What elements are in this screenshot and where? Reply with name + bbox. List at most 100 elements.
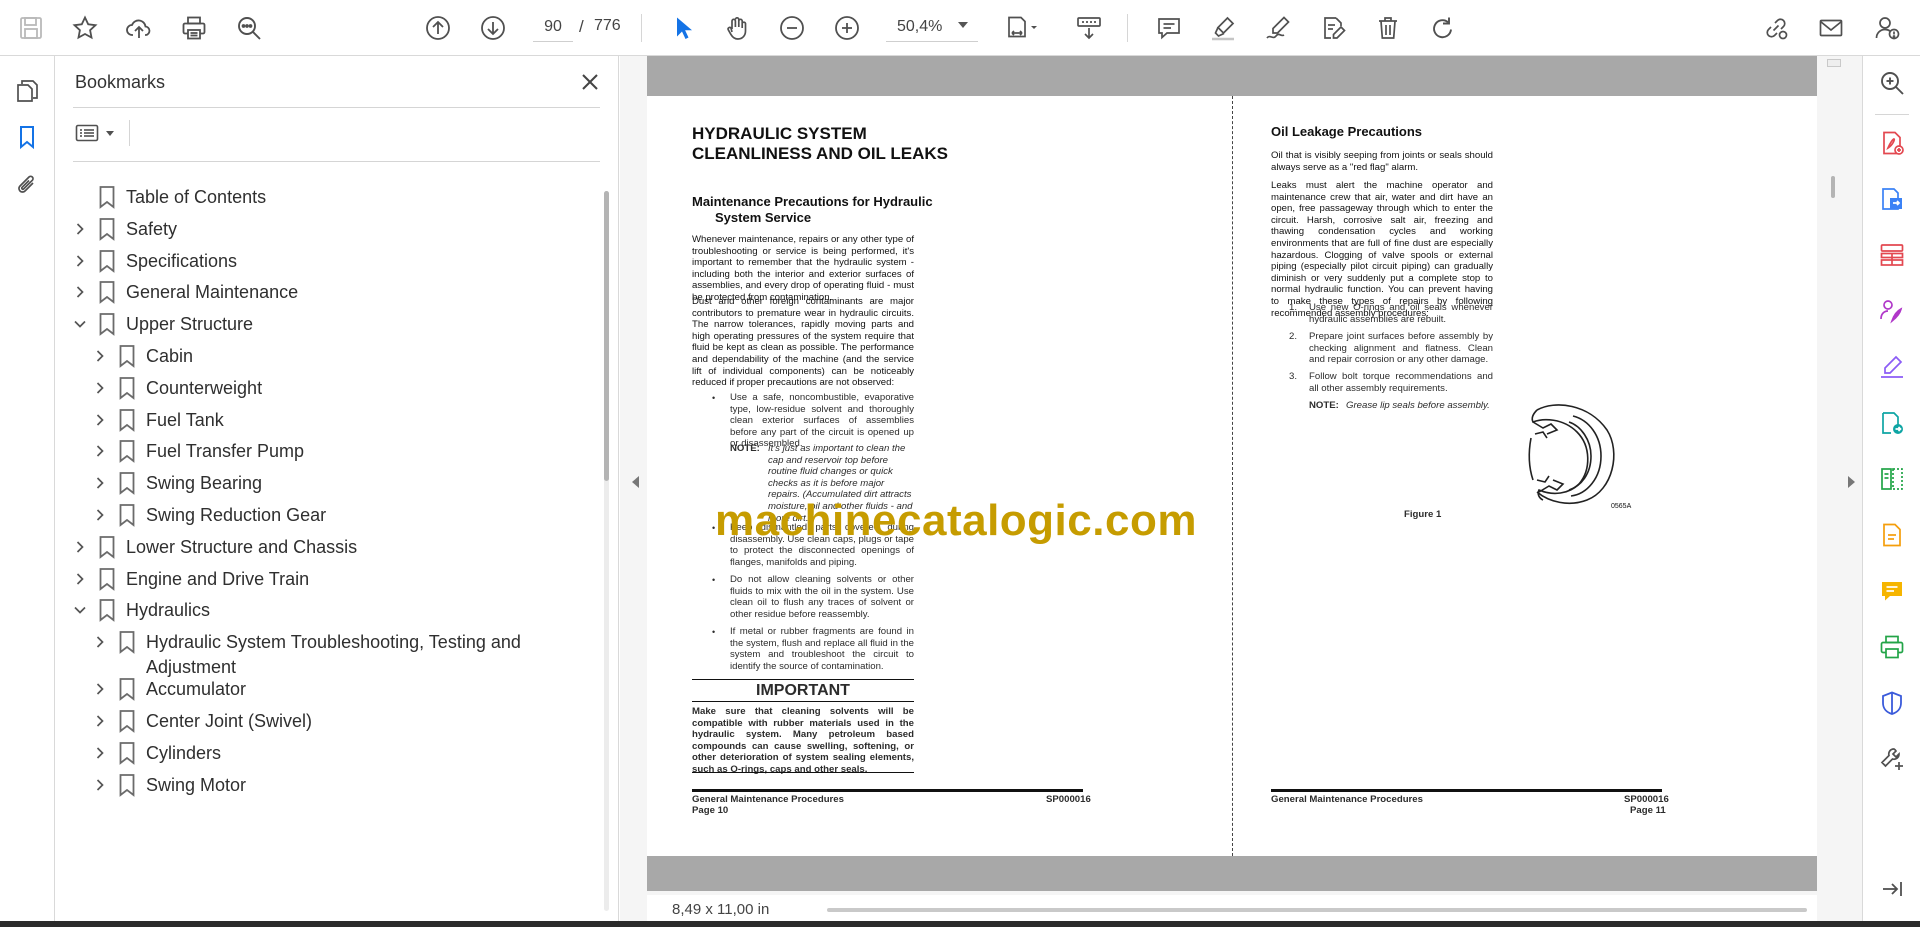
comment-tool-icon[interactable] xyxy=(1875,574,1909,608)
page-thumbnails-icon[interactable] xyxy=(8,72,46,110)
zoom-dropdown-chevron-icon[interactable] xyxy=(958,22,968,28)
chevron-right-icon[interactable] xyxy=(92,745,108,761)
close-icon[interactable] xyxy=(576,68,604,96)
bookmarks-panel: Bookmarks Table of Contents Safety Specifi… xyxy=(56,56,619,927)
bookmark-item[interactable]: Engine and Drive Train xyxy=(56,566,601,598)
bookmark-item[interactable]: Hydraulics xyxy=(56,597,601,629)
chevron-right-icon[interactable] xyxy=(92,777,108,793)
email-envelope-icon[interactable] xyxy=(1812,9,1850,47)
document-viewer[interactable]: HYDRAULIC SYSTEM CLEANLINESS AND OIL LEA… xyxy=(620,56,1862,927)
share-link-icon[interactable] xyxy=(1757,9,1795,47)
bookmark-icon xyxy=(118,408,136,432)
chevron-down-icon[interactable] xyxy=(72,602,88,618)
chevron-right-icon[interactable] xyxy=(92,507,108,523)
star-icon[interactable] xyxy=(66,9,104,47)
previous-page-icon[interactable] xyxy=(419,9,457,47)
top-toolbar: / 776 50,4% xyxy=(0,0,1920,56)
highlight-pen-icon[interactable] xyxy=(1204,9,1242,47)
export-pdf-icon[interactable] xyxy=(1875,182,1909,216)
chevron-right-icon[interactable] xyxy=(92,380,108,396)
request-signatures-icon[interactable] xyxy=(1875,294,1909,328)
important-rule xyxy=(692,701,914,702)
bookmark-item[interactable]: Swing Reduction Gear xyxy=(56,502,601,534)
document-scrollbar-top[interactable] xyxy=(1827,59,1841,67)
horizontal-scrollbar[interactable] xyxy=(827,908,1807,912)
expand-rail-icon[interactable] xyxy=(1875,872,1909,906)
chevron-down-icon xyxy=(106,131,114,136)
chevron-right-icon[interactable] xyxy=(92,681,108,697)
draw-pen-icon[interactable] xyxy=(1259,9,1297,47)
account-user-icon[interactable] xyxy=(1868,9,1906,47)
page-gap xyxy=(647,856,1817,891)
print-production-icon[interactable] xyxy=(1875,630,1909,664)
create-pdf-icon[interactable] xyxy=(1875,126,1909,160)
bookmark-item[interactable]: Lower Structure and Chassis xyxy=(56,534,601,566)
comment-icon[interactable] xyxy=(1150,9,1188,47)
chevron-right-icon[interactable] xyxy=(92,475,108,491)
bookmark-item[interactable]: Center Joint (Swivel) xyxy=(56,708,601,740)
rotate-icon[interactable] xyxy=(1424,9,1462,47)
collapse-left-panel-icon[interactable] xyxy=(632,476,639,488)
bookmark-icon xyxy=(98,535,116,559)
document-scrollbar-thumb[interactable] xyxy=(1831,176,1835,198)
save-icon[interactable] xyxy=(12,9,50,47)
chevron-right-icon[interactable] xyxy=(72,539,88,555)
bookmark-item[interactable]: Cabin xyxy=(56,343,601,375)
find-text-icon[interactable] xyxy=(230,9,268,47)
edit-pdf-icon[interactable] xyxy=(1314,9,1352,47)
chevron-right-icon[interactable] xyxy=(72,284,88,300)
chevron-right-icon[interactable] xyxy=(92,713,108,729)
bookmarks-tab-icon[interactable] xyxy=(8,118,46,156)
page-fold-line xyxy=(1232,96,1233,856)
attachments-paperclip-icon[interactable] xyxy=(8,166,46,204)
chevron-right-icon[interactable] xyxy=(72,571,88,587)
hand-tool-icon[interactable] xyxy=(718,9,756,47)
search-zoom-icon[interactable] xyxy=(1875,66,1909,100)
chevron-right-icon[interactable] xyxy=(92,634,108,650)
more-tools-icon[interactable] xyxy=(1875,742,1909,776)
bookmark-icon xyxy=(118,709,136,733)
chevron-right-icon[interactable] xyxy=(92,443,108,459)
bookmark-icon xyxy=(118,630,136,655)
fill-sign-icon[interactable] xyxy=(1875,350,1909,384)
bookmark-options-button[interactable] xyxy=(75,118,125,148)
bookmark-item[interactable]: Counterweight xyxy=(56,375,601,407)
bookmark-item[interactable]: General Maintenance xyxy=(56,279,601,311)
left-footer-code: SP000016 xyxy=(1046,794,1091,805)
note-label: NOTE: xyxy=(1309,400,1339,411)
chevron-down-icon[interactable] xyxy=(72,316,88,332)
protect-shield-icon[interactable] xyxy=(1875,686,1909,720)
select-cursor-icon[interactable] xyxy=(664,9,702,47)
collapse-right-panel-icon[interactable] xyxy=(1848,476,1855,488)
chevron-right-icon[interactable] xyxy=(72,221,88,237)
bookmark-item[interactable]: Fuel Tank xyxy=(56,407,601,439)
upload-cloud-icon[interactable] xyxy=(120,9,158,47)
bookmark-icon xyxy=(118,503,136,527)
chevron-right-icon[interactable] xyxy=(72,253,88,269)
bookmark-item[interactable]: Hydraulic System Troubleshooting, Testin… xyxy=(56,629,601,679)
print-icon[interactable] xyxy=(175,9,213,47)
chevron-right-icon[interactable] xyxy=(92,348,108,364)
send-for-review-icon[interactable] xyxy=(1875,406,1909,440)
bookmark-item[interactable]: Swing Motor xyxy=(56,772,601,804)
bookmark-item[interactable]: Swing Bearing xyxy=(56,470,601,502)
delete-trash-icon[interactable] xyxy=(1369,9,1407,47)
bookmark-item[interactable]: Specifications xyxy=(56,248,601,280)
page-fit-icon[interactable] xyxy=(997,9,1047,47)
zoom-out-icon[interactable] xyxy=(773,9,811,47)
current-page-input[interactable] xyxy=(533,12,573,42)
chevron-right-icon[interactable] xyxy=(92,412,108,428)
scan-ocr-icon[interactable] xyxy=(1875,518,1909,552)
scroll-mode-icon[interactable] xyxy=(1068,9,1110,47)
bookmark-item[interactable]: Cylinders xyxy=(56,740,601,772)
organize-pages-icon[interactable] xyxy=(1875,238,1909,272)
compare-files-icon[interactable] xyxy=(1875,462,1909,496)
zoom-in-icon[interactable] xyxy=(828,9,866,47)
bookmark-item[interactable]: Fuel Transfer Pump xyxy=(56,438,601,470)
next-page-icon[interactable] xyxy=(474,9,512,47)
panel-scrollbar-thumb[interactable] xyxy=(604,191,609,481)
bookmark-item[interactable]: Accumulator xyxy=(56,676,601,708)
bookmark-item[interactable]: Safety xyxy=(56,216,601,248)
bookmark-item[interactable]: Upper Structure xyxy=(56,311,601,343)
bookmark-item[interactable]: Table of Contents xyxy=(56,184,601,216)
